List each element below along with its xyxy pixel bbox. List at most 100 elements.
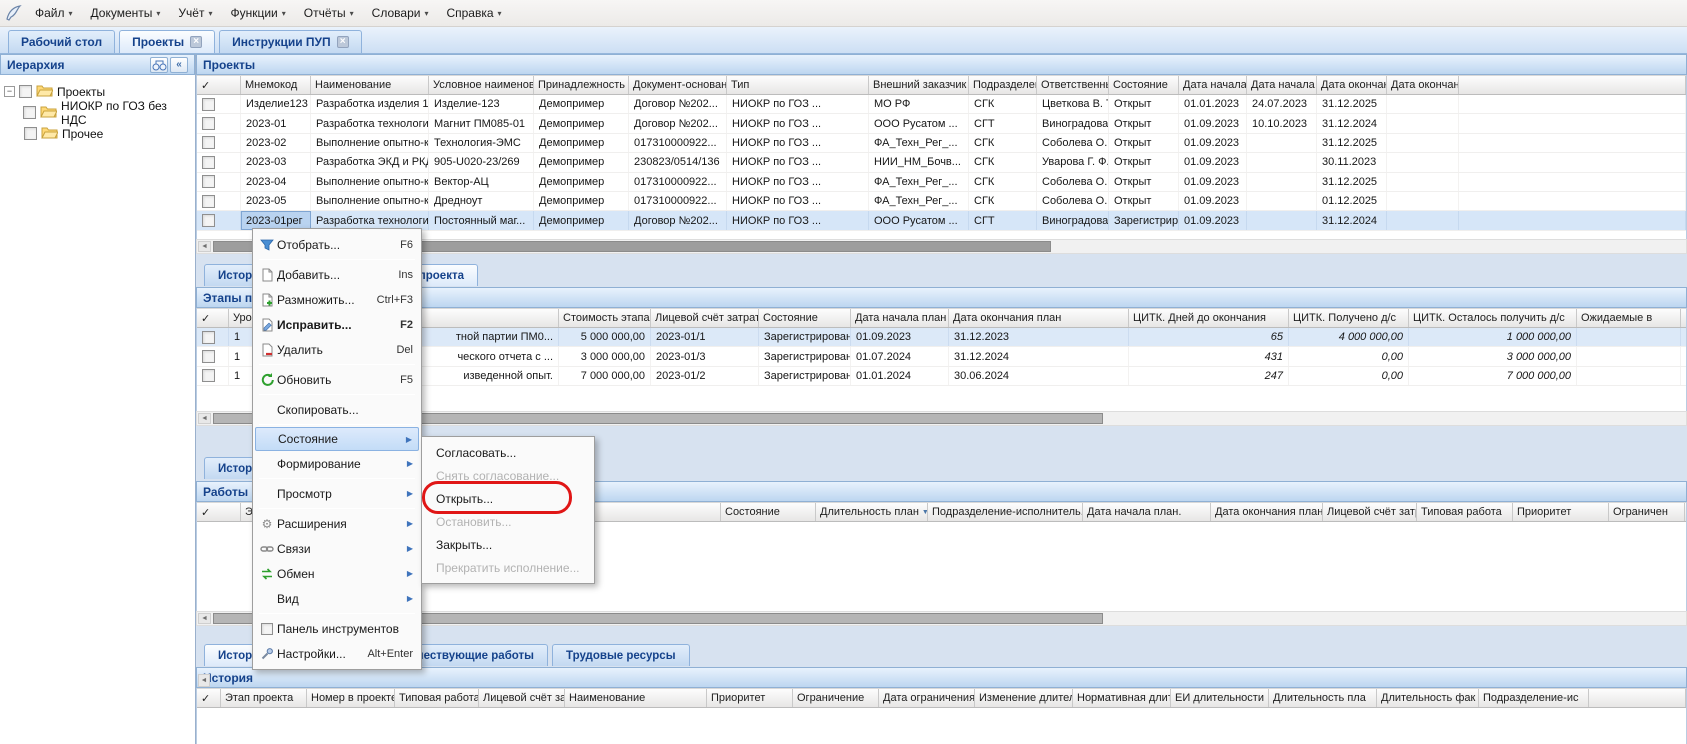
table-cell[interactable]: [197, 328, 229, 346]
table-cell[interactable]: [1577, 347, 1681, 365]
table-cell[interactable]: 31.12.2025: [1317, 173, 1387, 191]
menu-item[interactable]: Вид▶: [253, 586, 421, 611]
table-cell[interactable]: Виноградова А...: [1037, 114, 1109, 132]
column-header[interactable]: ЦИТК. Получено д/с: [1289, 309, 1409, 327]
column-header[interactable]: Типовая работа: [1417, 503, 1513, 521]
scroll-left-icon[interactable]: ◄: [198, 413, 211, 424]
table-cell[interactable]: Открыт: [1109, 114, 1179, 132]
menubar-item[interactable]: Справка▾: [437, 6, 510, 20]
table-cell[interactable]: Изделие-123: [429, 95, 534, 113]
table-cell[interactable]: 905-U020-23/269: [429, 153, 534, 171]
menu-item[interactable]: Размножить...Ctrl+F3: [253, 287, 421, 312]
column-header[interactable]: ✓: [197, 76, 241, 94]
table-cell[interactable]: 2023-01/1: [651, 328, 759, 346]
table-cell[interactable]: Изделие123: [241, 95, 311, 113]
table-cell[interactable]: [197, 173, 241, 191]
table-cell[interactable]: 2023-01рег: [241, 211, 311, 229]
table-cell[interactable]: [197, 134, 241, 152]
table-row[interactable]: 2023-05Выполнение опытно-конс...Дредноут…: [197, 192, 1686, 211]
table-cell[interactable]: ООО Русатом ...: [869, 114, 969, 132]
row-checkbox[interactable]: [202, 175, 215, 188]
column-header[interactable]: Мнемокод: [241, 76, 311, 94]
table-cell[interactable]: Демопример: [534, 173, 629, 191]
table-cell[interactable]: СГК: [969, 192, 1037, 210]
menu-item[interactable]: Скопировать...: [253, 397, 421, 422]
table-cell[interactable]: 01.09.2023: [1179, 153, 1247, 171]
table-cell[interactable]: 01.01.2024: [851, 367, 949, 385]
table-cell[interactable]: Демопример: [534, 134, 629, 152]
menubar-item[interactable]: Отчёты▾: [295, 6, 363, 20]
table-cell[interactable]: 2023-01/3: [651, 347, 759, 365]
row-checkbox[interactable]: [202, 195, 215, 208]
table-cell[interactable]: 31.12.2025: [1317, 134, 1387, 152]
table-cell[interactable]: НИОКР по ГОЗ ...: [727, 192, 869, 210]
table-cell[interactable]: 247: [1129, 367, 1289, 385]
table-cell[interactable]: Зарегистрирован: [759, 328, 851, 346]
column-header[interactable]: Лицевой счёт затр: [1323, 503, 1417, 521]
column-header[interactable]: Лицевой счёт затрат.: [651, 309, 759, 327]
menu-item[interactable]: Связи▶: [253, 536, 421, 561]
table-cell[interactable]: Демопример: [534, 114, 629, 132]
column-header[interactable]: Принадлежность: [534, 76, 629, 94]
table-cell[interactable]: 5 000 000,00: [559, 328, 651, 346]
table-cell[interactable]: 7 000 000,00: [559, 367, 651, 385]
tab[interactable]: Трудовые ресурсы: [552, 644, 690, 666]
table-cell[interactable]: 31.12.2024: [1317, 114, 1387, 132]
table-cell[interactable]: Выполнение опытно-конс...: [311, 134, 429, 152]
row-checkbox[interactable]: [202, 369, 215, 382]
table-cell[interactable]: СГК: [969, 153, 1037, 171]
menubar-item[interactable]: Словари▾: [363, 6, 438, 20]
column-header[interactable]: ✓: [197, 689, 221, 707]
table-cell[interactable]: НИИ_НМ_Бочв...: [869, 153, 969, 171]
table-cell[interactable]: Соболева О. А.: [1037, 173, 1109, 191]
menu-item[interactable]: Отобрать...F6: [253, 232, 421, 257]
menubar-item[interactable]: Файл▾: [26, 6, 82, 20]
menu-item[interactable]: Панель инструментов: [253, 616, 421, 641]
table-cell[interactable]: Магнит ПМ085-01: [429, 114, 534, 132]
table-cell[interactable]: 01.09.2023: [1179, 114, 1247, 132]
table-cell[interactable]: Открыт: [1109, 153, 1179, 171]
tree-item-label[interactable]: Проекты: [57, 85, 105, 99]
column-header[interactable]: Подразделение-исполнитель..: [928, 503, 1083, 521]
table-cell[interactable]: МО РФ: [869, 95, 969, 113]
table-cell[interactable]: НИОКР по ГОЗ ...: [727, 134, 869, 152]
table-cell[interactable]: ООО Русатом ...: [869, 211, 969, 229]
table-cell[interactable]: Открыт: [1109, 173, 1179, 191]
table-cell[interactable]: Виноградова А...: [1037, 211, 1109, 229]
scroll-left-icon[interactable]: ◄: [198, 674, 210, 687]
column-header[interactable]: Длительность план▼: [816, 503, 928, 521]
table-cell[interactable]: Дредноут: [429, 192, 534, 210]
table-cell[interactable]: Цветкова В. Т.: [1037, 95, 1109, 113]
collapse-node-icon[interactable]: −: [4, 86, 15, 97]
table-cell[interactable]: 2023-02: [241, 134, 311, 152]
table-cell[interactable]: 2023-03: [241, 153, 311, 171]
table-cell[interactable]: [1387, 153, 1459, 171]
column-header[interactable]: Номер в проекте: [307, 689, 395, 707]
table-cell[interactable]: [197, 347, 229, 365]
table-cell[interactable]: Разработка технологии и...: [311, 211, 429, 229]
column-header[interactable]: Дата окончания ф: [1387, 76, 1459, 94]
table-cell[interactable]: [1247, 134, 1317, 152]
table-cell[interactable]: Открыт: [1109, 134, 1179, 152]
table-cell[interactable]: Демопример: [534, 95, 629, 113]
table-cell[interactable]: 65: [1129, 328, 1289, 346]
table-cell[interactable]: Открыт: [1109, 192, 1179, 210]
table-cell[interactable]: Технология-ЭМС: [429, 134, 534, 152]
table-cell[interactable]: [1247, 211, 1317, 229]
column-header[interactable]: ЕИ длительности: [1171, 689, 1269, 707]
table-cell[interactable]: 3 000 000,00: [1409, 347, 1577, 365]
column-header[interactable]: Дата ограничения: [879, 689, 975, 707]
column-header[interactable]: Этап проекта: [221, 689, 307, 707]
table-cell[interactable]: 2023-01/2: [651, 367, 759, 385]
table-cell[interactable]: 01.01.2023: [1179, 95, 1247, 113]
table-row[interactable]: 2023-02Выполнение опытно-конс...Технолог…: [197, 134, 1686, 153]
table-cell[interactable]: [1247, 153, 1317, 171]
table-cell[interactable]: Договор №202...: [629, 95, 727, 113]
table-row[interactable]: 2023-01Разработка технологии и...Магнит …: [197, 114, 1686, 133]
table-cell[interactable]: НИОКР по ГОЗ ...: [727, 153, 869, 171]
column-header[interactable]: Ответственный: [1037, 76, 1109, 94]
table-cell[interactable]: ФА_Техн_Рег_...: [869, 192, 969, 210]
table-cell[interactable]: [1577, 367, 1681, 385]
table-cell[interactable]: 0,00: [1289, 367, 1409, 385]
table-cell[interactable]: [1387, 173, 1459, 191]
